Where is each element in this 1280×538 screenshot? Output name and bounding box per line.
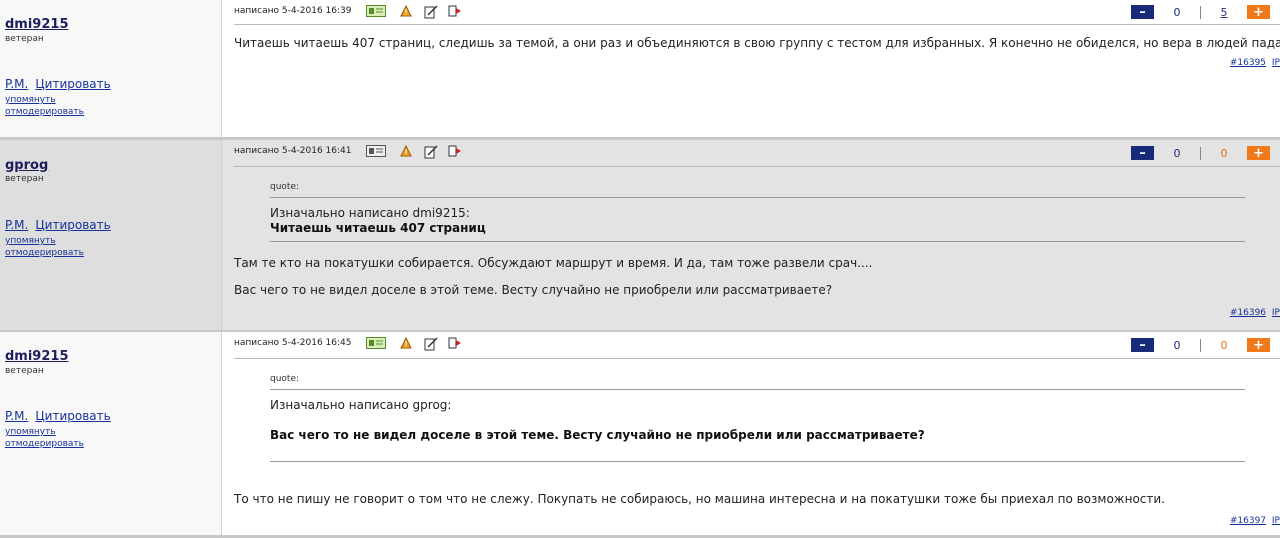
post-actions: P.M. Цитировать (5, 77, 118, 91)
moderate-link[interactable]: отмодерировать (5, 247, 84, 259)
post-number: #16396 IP (1230, 308, 1280, 318)
header-divider (234, 358, 1280, 359)
post-text: Читаешь читаешь 407 страниц, следишь за … (234, 36, 1280, 50)
warning-icon[interactable] (399, 144, 414, 157)
post-number-link[interactable]: #16396 (1230, 308, 1266, 318)
post-16396: gprog ветеран P.M. Цитировать упомянуть о… (0, 140, 1280, 330)
post-timestamp: написано 5-4-2016 16:41 (234, 146, 352, 156)
mod-links: упомянуть отмодерировать (5, 235, 84, 259)
reply-icon[interactable] (448, 5, 462, 17)
quote-author: Изначально написано gprog: (270, 398, 452, 412)
post-timestamp: написано 5-4-2016 16:39 (234, 6, 352, 16)
ip-link[interactable]: IP (1272, 58, 1280, 68)
quote-bottom-line (270, 241, 1245, 242)
vote-controls: – 0 0 + (1131, 337, 1270, 353)
post-header: написано 5-4-2016 16:41 (234, 143, 472, 159)
post-16397: dmi9215 ветеран P.M. Цитировать упомянуть… (0, 332, 1280, 535)
post-text: То что не пишу не говорит о том что не с… (234, 492, 1165, 506)
vote-controls: – 0 5 + (1131, 4, 1270, 20)
vote-up-count[interactable]: 5 (1201, 6, 1247, 19)
mention-link[interactable]: упомянуть (5, 426, 84, 438)
pm-link[interactable]: P.M. (5, 409, 28, 423)
username-link[interactable]: dmi9215 (5, 349, 69, 364)
quote-top-line (270, 389, 1245, 390)
ip-link[interactable]: IP (1272, 516, 1280, 526)
pm-link[interactable]: P.M. (5, 77, 28, 91)
profile-icon[interactable] (365, 5, 386, 17)
quote-label: quote: (270, 374, 300, 384)
post-paragraph: Там те кто на покатушки собирается. Обсу… (234, 256, 873, 270)
vote-down-button[interactable]: – (1131, 5, 1154, 19)
vote-up-button[interactable]: + (1247, 146, 1270, 160)
profile-icon[interactable] (365, 337, 386, 349)
vote-down-button[interactable]: – (1131, 338, 1154, 352)
vote-up-count: 0 (1220, 338, 1228, 352)
quote-link[interactable]: Цитировать (35, 218, 110, 232)
post-number: #16395 IP (1230, 58, 1280, 68)
user-rank: ветеран (5, 174, 44, 184)
username-link[interactable]: gprog (5, 158, 48, 173)
ip-link[interactable]: IP (1272, 308, 1280, 318)
mod-links: упомянуть отмодерировать (5, 94, 84, 118)
reply-icon[interactable] (448, 337, 462, 349)
post-actions: P.M. Цитировать (5, 409, 118, 423)
vote-down-button[interactable]: – (1131, 146, 1154, 160)
quote-label: quote: (270, 182, 300, 192)
vote-up-button[interactable]: + (1247, 338, 1270, 352)
header-divider (234, 166, 1280, 167)
vote-down-count: 0 (1173, 146, 1181, 160)
username-link[interactable]: dmi9215 (5, 17, 69, 32)
edit-icon[interactable] (424, 145, 438, 159)
edit-icon[interactable] (424, 337, 438, 351)
mod-links: упомянуть отмодерировать (5, 426, 84, 450)
quote-bottom-line (270, 461, 1245, 462)
post-number: #16397 IP (1230, 516, 1280, 526)
post-author-panel: dmi9215 ветеран P.M. Цитировать упомянуть… (0, 332, 222, 535)
quote-link[interactable]: Цитировать (35, 409, 110, 423)
vote-down-count: 0 (1173, 5, 1181, 19)
vote-up-button[interactable]: + (1247, 5, 1270, 19)
warning-icon[interactable] (399, 4, 414, 17)
post-author-panel: dmi9215 ветеран P.M. Цитировать упомянуть… (0, 0, 222, 137)
profile-icon[interactable] (365, 145, 386, 157)
header-divider (234, 24, 1280, 25)
edit-icon[interactable] (424, 5, 438, 19)
vote-down-count: 0 (1173, 338, 1181, 352)
post-header: написано 5-4-2016 16:45 (234, 335, 472, 351)
user-rank: ветеран (5, 34, 44, 44)
post-number-link[interactable]: #16395 (1230, 58, 1266, 68)
quote-link[interactable]: Цитировать (35, 77, 110, 91)
mention-link[interactable]: упомянуть (5, 94, 84, 106)
warning-icon[interactable] (399, 336, 414, 349)
user-rank: ветеран (5, 366, 44, 376)
moderate-link[interactable]: отмодерировать (5, 438, 84, 450)
reply-icon[interactable] (448, 145, 462, 157)
post-timestamp: написано 5-4-2016 16:45 (234, 338, 352, 348)
vote-up-count: 0 (1220, 146, 1228, 160)
mention-link[interactable]: упомянуть (5, 235, 84, 247)
vote-controls: – 0 0 + (1131, 145, 1270, 161)
quote-top-line (270, 197, 1245, 198)
post-paragraph: Вас чего то не видел доселе в этой теме.… (234, 283, 833, 297)
post-header: написано 5-4-2016 16:39 (234, 3, 472, 19)
moderate-link[interactable]: отмодерировать (5, 106, 84, 118)
pm-link[interactable]: P.M. (5, 218, 28, 232)
quote-author: Изначально написано dmi9215: (270, 206, 470, 220)
post-actions: P.M. Цитировать (5, 218, 118, 232)
post-16395: dmi9215 ветеран P.M. Цитировать упомянуть… (0, 0, 1280, 137)
quote-text: Вас чего то не видел доселе в этой теме.… (270, 428, 925, 442)
post-author-panel: gprog ветеран P.M. Цитировать упомянуть о… (0, 140, 222, 330)
quote-text: Читаешь читаешь 407 страниц (270, 221, 486, 235)
post-number-link[interactable]: #16397 (1230, 516, 1266, 526)
